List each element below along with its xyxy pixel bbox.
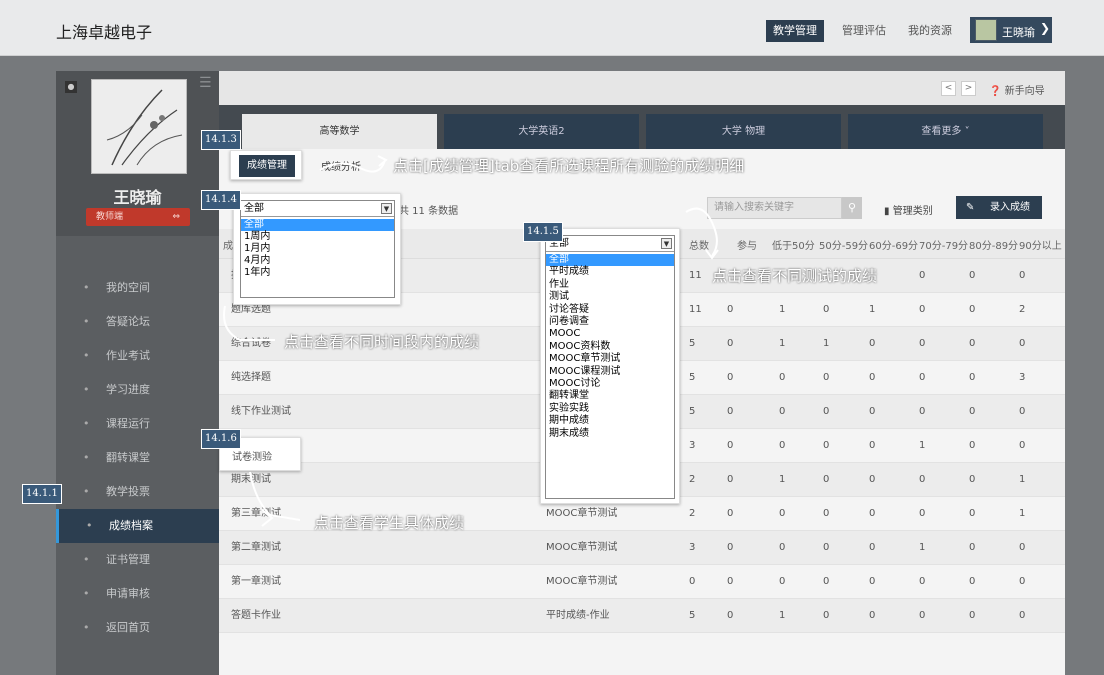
annotation-arrows [223,155,719,527]
